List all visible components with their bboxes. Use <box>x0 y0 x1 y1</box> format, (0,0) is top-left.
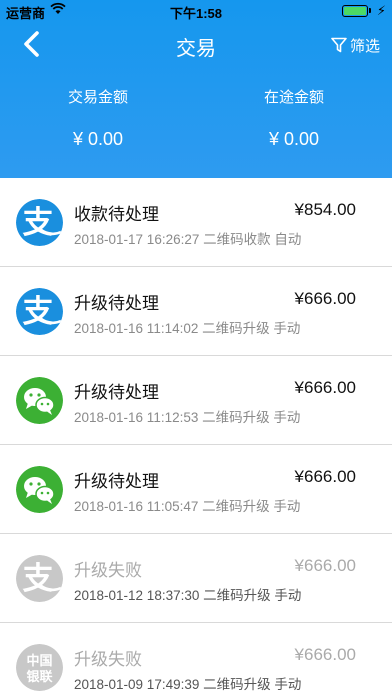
transaction-title: 升级失败 <box>74 561 142 580</box>
filter-button[interactable]: 筛选 <box>331 34 380 56</box>
unionpay-icon: 中国 银联 <box>16 644 63 691</box>
alipay-icon: 支 <box>16 555 63 602</box>
transaction-detail: 2018-01-16 11:12:53 二维码升级 手动 <box>74 410 301 425</box>
alipay-icon: 支 <box>16 199 63 246</box>
transaction-row[interactable]: 升级待处理 ¥666.00 2018-01-16 11:12:53 二维码升级 … <box>0 356 392 445</box>
stat-label: 在途金额 <box>263 89 324 106</box>
stat-value: ¥ 0.00 <box>72 129 124 149</box>
wechat-icon <box>16 377 63 424</box>
filter-icon <box>331 37 347 53</box>
transaction-row[interactable]: 支 升级失败 ¥666.00 2018-01-12 18:37:30 二维码升级… <box>0 534 392 623</box>
clock: 下午1:58 <box>169 6 223 21</box>
in-transit-amount-stat: 在途金额 ¥ 0.00 <box>196 86 392 150</box>
transaction-title: 升级失败 <box>74 650 142 669</box>
transaction-row[interactable]: 支 升级待处理 ¥666.00 2018-01-16 11:14:02 二维码升… <box>0 267 392 356</box>
transaction-detail: 2018-01-16 11:05:47 二维码升级 手动 <box>74 499 301 514</box>
transaction-list: 支 收款待处理 ¥854.00 2018-01-17 16:26:27 二维码收… <box>0 178 392 696</box>
transaction-amount: ¥666.00 <box>294 556 356 575</box>
svg-text:银联: 银联 <box>26 669 52 685</box>
battery-icon <box>342 5 368 17</box>
svg-text:中国: 中国 <box>26 653 52 669</box>
charging-icon: ⚡ <box>376 3 386 18</box>
transaction-amount: ¥666.00 <box>294 645 356 664</box>
transaction-amount: ¥666.00 <box>294 467 356 486</box>
transaction-title: 升级待处理 <box>74 472 159 491</box>
wechat-icon <box>16 466 63 513</box>
header: 运营商 下午1:58 ⚡ 交易 筛选 交易金额 ¥ 0.00 在途金额 ¥ 0.… <box>0 0 392 178</box>
transaction-amount: ¥666.00 <box>294 378 356 397</box>
svg-text:支: 支 <box>23 561 54 597</box>
transaction-amount: ¥666.00 <box>294 289 356 308</box>
transaction-title: 收款待处理 <box>74 205 159 224</box>
transaction-title: 升级待处理 <box>74 383 159 402</box>
stat-label: 交易金额 <box>67 89 128 106</box>
transaction-detail: 2018-01-17 16:26:27 二维码收款 自动 <box>74 232 302 247</box>
alipay-icon: 支 <box>16 288 63 335</box>
svg-text:支: 支 <box>23 205 54 241</box>
transaction-detail: 2018-01-09 17:49:39 二维码升级 手动 <box>74 677 302 692</box>
transaction-amount-stat: 交易金额 ¥ 0.00 <box>0 86 196 150</box>
svg-text:支: 支 <box>23 294 54 330</box>
transaction-row[interactable]: 支 收款待处理 ¥854.00 2018-01-17 16:26:27 二维码收… <box>0 178 392 267</box>
transaction-amount: ¥854.00 <box>294 200 356 219</box>
transaction-detail: 2018-01-12 18:37:30 二维码升级 手动 <box>74 588 302 603</box>
stat-value: ¥ 0.00 <box>268 129 320 149</box>
filter-label: 筛选 <box>349 37 380 55</box>
status-bar: 运营商 下午1:58 ⚡ <box>0 0 392 22</box>
transaction-detail: 2018-01-16 11:14:02 二维码升级 手动 <box>74 321 301 336</box>
nav-bar: 交易 筛选 <box>0 22 392 66</box>
transaction-row[interactable]: 升级待处理 ¥666.00 2018-01-16 11:05:47 二维码升级 … <box>0 445 392 534</box>
transaction-title: 升级待处理 <box>74 294 159 313</box>
transaction-row[interactable]: 中国 银联 升级失败 ¥666.00 2018-01-09 17:49:39 二… <box>0 623 392 696</box>
